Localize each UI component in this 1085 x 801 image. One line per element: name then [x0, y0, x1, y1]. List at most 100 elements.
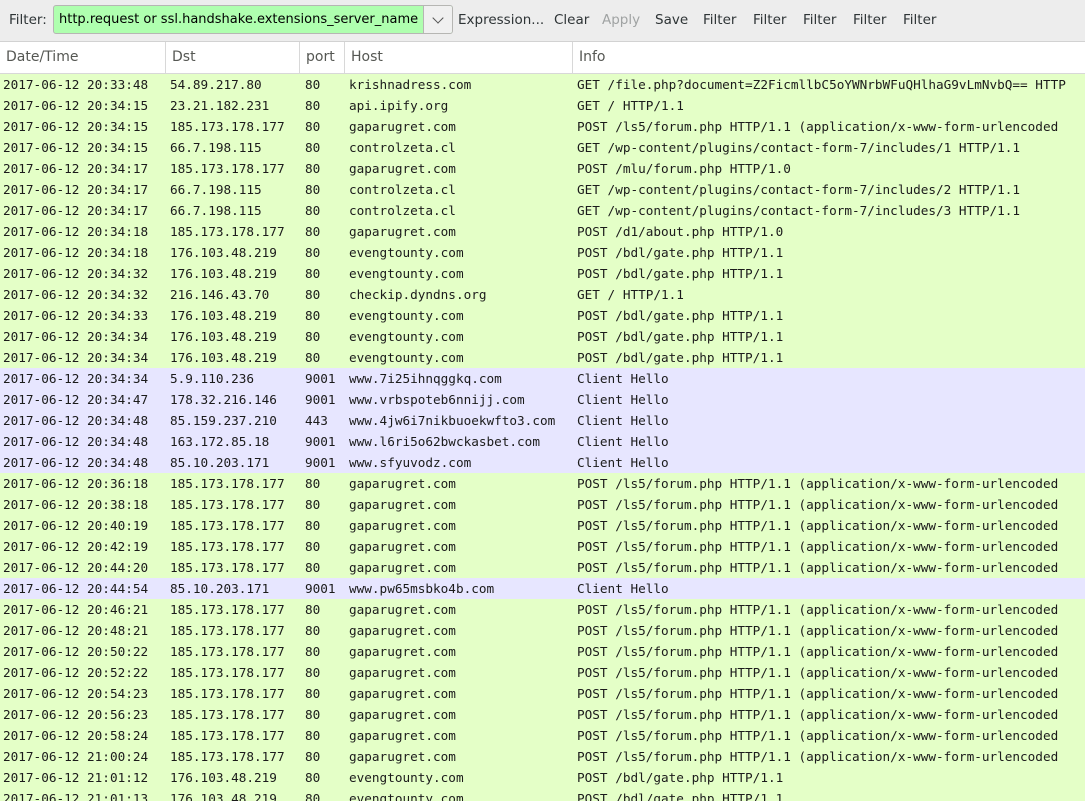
datetime-cell: 2017-06-12 20:38:18	[3, 497, 149, 512]
packet-row[interactable]: 2017-06-12 20:34:18 176.103.48.219 80 eveng…	[0, 242, 1085, 263]
packet-row[interactable]: 2017-06-12 20:38:18 185.173.178.177 80 gapa…	[0, 494, 1085, 515]
packet-row[interactable]: 2017-06-12 20:33:48 54.89.217.80 80 krishna…	[0, 74, 1085, 95]
dst-cell: 85.159.237.210	[170, 413, 277, 428]
port-cell: 80	[305, 665, 321, 680]
host-cell: gaparugret.com	[349, 497, 456, 512]
host-cell: gaparugret.com	[349, 518, 456, 533]
filter-button-3[interactable]: Filter	[803, 12, 836, 28]
packet-row[interactable]: 2017-06-12 20:34:48 163.172.85.18 9001 www.…	[0, 431, 1085, 452]
expression-button[interactable]: Expression...	[458, 12, 544, 28]
packet-row[interactable]: 2017-06-12 20:34:15 185.173.178.177 80 gapa…	[0, 116, 1085, 137]
apply-button[interactable]: Apply	[602, 12, 640, 28]
port-cell: 80	[305, 140, 321, 155]
port-cell: 80	[305, 728, 321, 743]
packet-row[interactable]: 2017-06-12 20:36:18 185.173.178.177 80 gapa…	[0, 473, 1085, 494]
info-cell: Client Hello	[577, 434, 669, 449]
host-cell: www.7i25ihnqggkq.com	[349, 371, 502, 386]
packet-row[interactable]: 2017-06-12 20:34:47 178.32.216.146 9001 www…	[0, 389, 1085, 410]
port-cell: 80	[305, 98, 321, 113]
column-header-info[interactable]: Info	[573, 42, 1085, 73]
host-cell: evengtounty.com	[349, 266, 464, 281]
host-cell: www.4jw6i7nikbuoekwfto3.com	[349, 413, 556, 428]
packet-row[interactable]: 2017-06-12 20:34:17 185.173.178.177 80 gapa…	[0, 158, 1085, 179]
dst-cell: 176.103.48.219	[170, 245, 277, 260]
packet-row[interactable]: 2017-06-12 21:01:13 176.103.48.219 80 eveng…	[0, 788, 1085, 801]
port-cell: 80	[305, 203, 321, 218]
dst-cell: 176.103.48.219	[170, 308, 277, 323]
port-cell: 80	[305, 329, 321, 344]
host-cell: gaparugret.com	[349, 560, 456, 575]
packet-row[interactable]: 2017-06-12 20:44:20 185.173.178.177 80 gapa…	[0, 557, 1085, 578]
packet-row[interactable]: 2017-06-12 20:34:17 66.7.198.115 80 control…	[0, 179, 1085, 200]
host-cell: krishnadress.com	[349, 77, 472, 92]
packet-row[interactable]: 2017-06-12 21:01:12 176.103.48.219 80 eveng…	[0, 767, 1085, 788]
packet-row[interactable]: 2017-06-12 20:34:15 66.7.198.115 80 control…	[0, 137, 1085, 158]
dst-cell: 185.173.178.177	[170, 728, 285, 743]
packet-row[interactable]: 2017-06-12 20:34:32 176.103.48.219 80 eveng…	[0, 263, 1085, 284]
packet-row[interactable]: 2017-06-12 20:34:34 176.103.48.219 80 eveng…	[0, 326, 1085, 347]
info-cell: Client Hello	[577, 392, 669, 407]
packet-row[interactable]: 2017-06-12 20:34:17 66.7.198.115 80 control…	[0, 200, 1085, 221]
packet-row[interactable]: 2017-06-12 21:00:24 185.173.178.177 80 gapa…	[0, 746, 1085, 767]
packet-row[interactable]: 2017-06-12 20:40:19 185.173.178.177 80 gapa…	[0, 515, 1085, 536]
filter-text[interactable]: http.request or ssl.handshake.extensions…	[54, 12, 423, 27]
packet-row[interactable]: 2017-06-12 20:52:22 185.173.178.177 80 gapa…	[0, 662, 1085, 683]
packet-row[interactable]: 2017-06-12 20:50:22 185.173.178.177 80 gapa…	[0, 641, 1085, 662]
info-cell: GET /wp-content/plugins/contact-form-7/i…	[577, 140, 1021, 155]
info-cell: Client Hello	[577, 371, 669, 386]
column-header-port[interactable]: port	[300, 42, 345, 73]
packet-row[interactable]: 2017-06-12 20:34:32 216.146.43.70 80 checki…	[0, 284, 1085, 305]
host-cell: gaparugret.com	[349, 224, 456, 239]
packet-row[interactable]: 2017-06-12 20:34:48 85.159.237.210 443 www.…	[0, 410, 1085, 431]
info-cell: POST /ls5/forum.php HTTP/1.1 (applicatio…	[577, 749, 1059, 764]
packet-row[interactable]: 2017-06-12 20:34:34 176.103.48.219 80 eveng…	[0, 347, 1085, 368]
packet-row[interactable]: 2017-06-12 20:34:33 176.103.48.219 80 eveng…	[0, 305, 1085, 326]
datetime-cell: 2017-06-12 20:34:17	[3, 161, 149, 176]
packet-row[interactable]: 2017-06-12 20:44:54 85.10.203.171 9001 www.…	[0, 578, 1085, 599]
packet-row[interactable]: 2017-06-12 20:42:19 185.173.178.177 80 gapa…	[0, 536, 1085, 557]
host-cell: gaparugret.com	[349, 476, 456, 491]
dst-cell: 185.173.178.177	[170, 644, 285, 659]
column-header-dst[interactable]: Dst	[166, 42, 300, 73]
host-cell: gaparugret.com	[349, 749, 456, 764]
packet-row[interactable]: 2017-06-12 20:56:23 185.173.178.177 80 gapa…	[0, 704, 1085, 725]
packet-row[interactable]: 2017-06-12 20:34:34 5.9.110.236 9001 www.7i…	[0, 368, 1085, 389]
filter-button-4[interactable]: Filter	[853, 12, 886, 28]
filter-button-2[interactable]: Filter	[753, 12, 786, 28]
packet-row[interactable]: 2017-06-12 20:58:24 185.173.178.177 80 gapa…	[0, 725, 1085, 746]
port-cell: 80	[305, 791, 321, 801]
packet-list-header: Date/Time Dst port Host Info	[0, 42, 1085, 74]
host-cell: controlzeta.cl	[349, 140, 456, 155]
packet-row[interactable]: 2017-06-12 20:48:21 185.173.178.177 80 gapa…	[0, 620, 1085, 641]
clear-button[interactable]: Clear	[554, 12, 589, 28]
display-filter-input[interactable]: http.request or ssl.handshake.extensions…	[53, 5, 453, 34]
datetime-cell: 2017-06-12 20:34:32	[3, 266, 149, 281]
host-cell: gaparugret.com	[349, 644, 456, 659]
dst-cell: 66.7.198.115	[170, 140, 262, 155]
packet-list: 2017-06-12 20:33:48 54.89.217.80 80 krishna…	[0, 74, 1085, 801]
packet-row[interactable]: 2017-06-12 20:46:21 185.173.178.177 80 gapa…	[0, 599, 1085, 620]
packet-row[interactable]: 2017-06-12 20:54:23 185.173.178.177 80 gapa…	[0, 683, 1085, 704]
packet-row[interactable]: 2017-06-12 20:34:15 23.21.182.231 80 api.ip…	[0, 95, 1085, 116]
port-cell: 9001	[305, 434, 336, 449]
host-cell: controlzeta.cl	[349, 182, 456, 197]
info-cell: Client Hello	[577, 581, 669, 596]
filter-button-1[interactable]: Filter	[703, 12, 736, 28]
filter-button-5[interactable]: Filter	[903, 12, 936, 28]
column-header-datetime[interactable]: Date/Time	[0, 42, 166, 73]
dst-cell: 185.173.178.177	[170, 686, 285, 701]
datetime-cell: 2017-06-12 20:56:23	[3, 707, 149, 722]
save-button[interactable]: Save	[655, 12, 688, 28]
info-cell: Client Hello	[577, 413, 669, 428]
dst-cell: 176.103.48.219	[170, 350, 277, 365]
host-cell: gaparugret.com	[349, 623, 456, 638]
datetime-cell: 2017-06-12 21:00:24	[3, 749, 149, 764]
packet-row[interactable]: 2017-06-12 20:34:48 85.10.203.171 9001 www.…	[0, 452, 1085, 473]
info-cell: POST /mlu/forum.php HTTP/1.0	[577, 161, 791, 176]
column-header-host[interactable]: Host	[345, 42, 573, 73]
host-cell: gaparugret.com	[349, 161, 456, 176]
datetime-cell: 2017-06-12 20:34:34	[3, 329, 149, 344]
port-cell: 80	[305, 644, 321, 659]
filter-history-dropdown[interactable]	[423, 6, 452, 33]
packet-row[interactable]: 2017-06-12 20:34:18 185.173.178.177 80 gapa…	[0, 221, 1085, 242]
